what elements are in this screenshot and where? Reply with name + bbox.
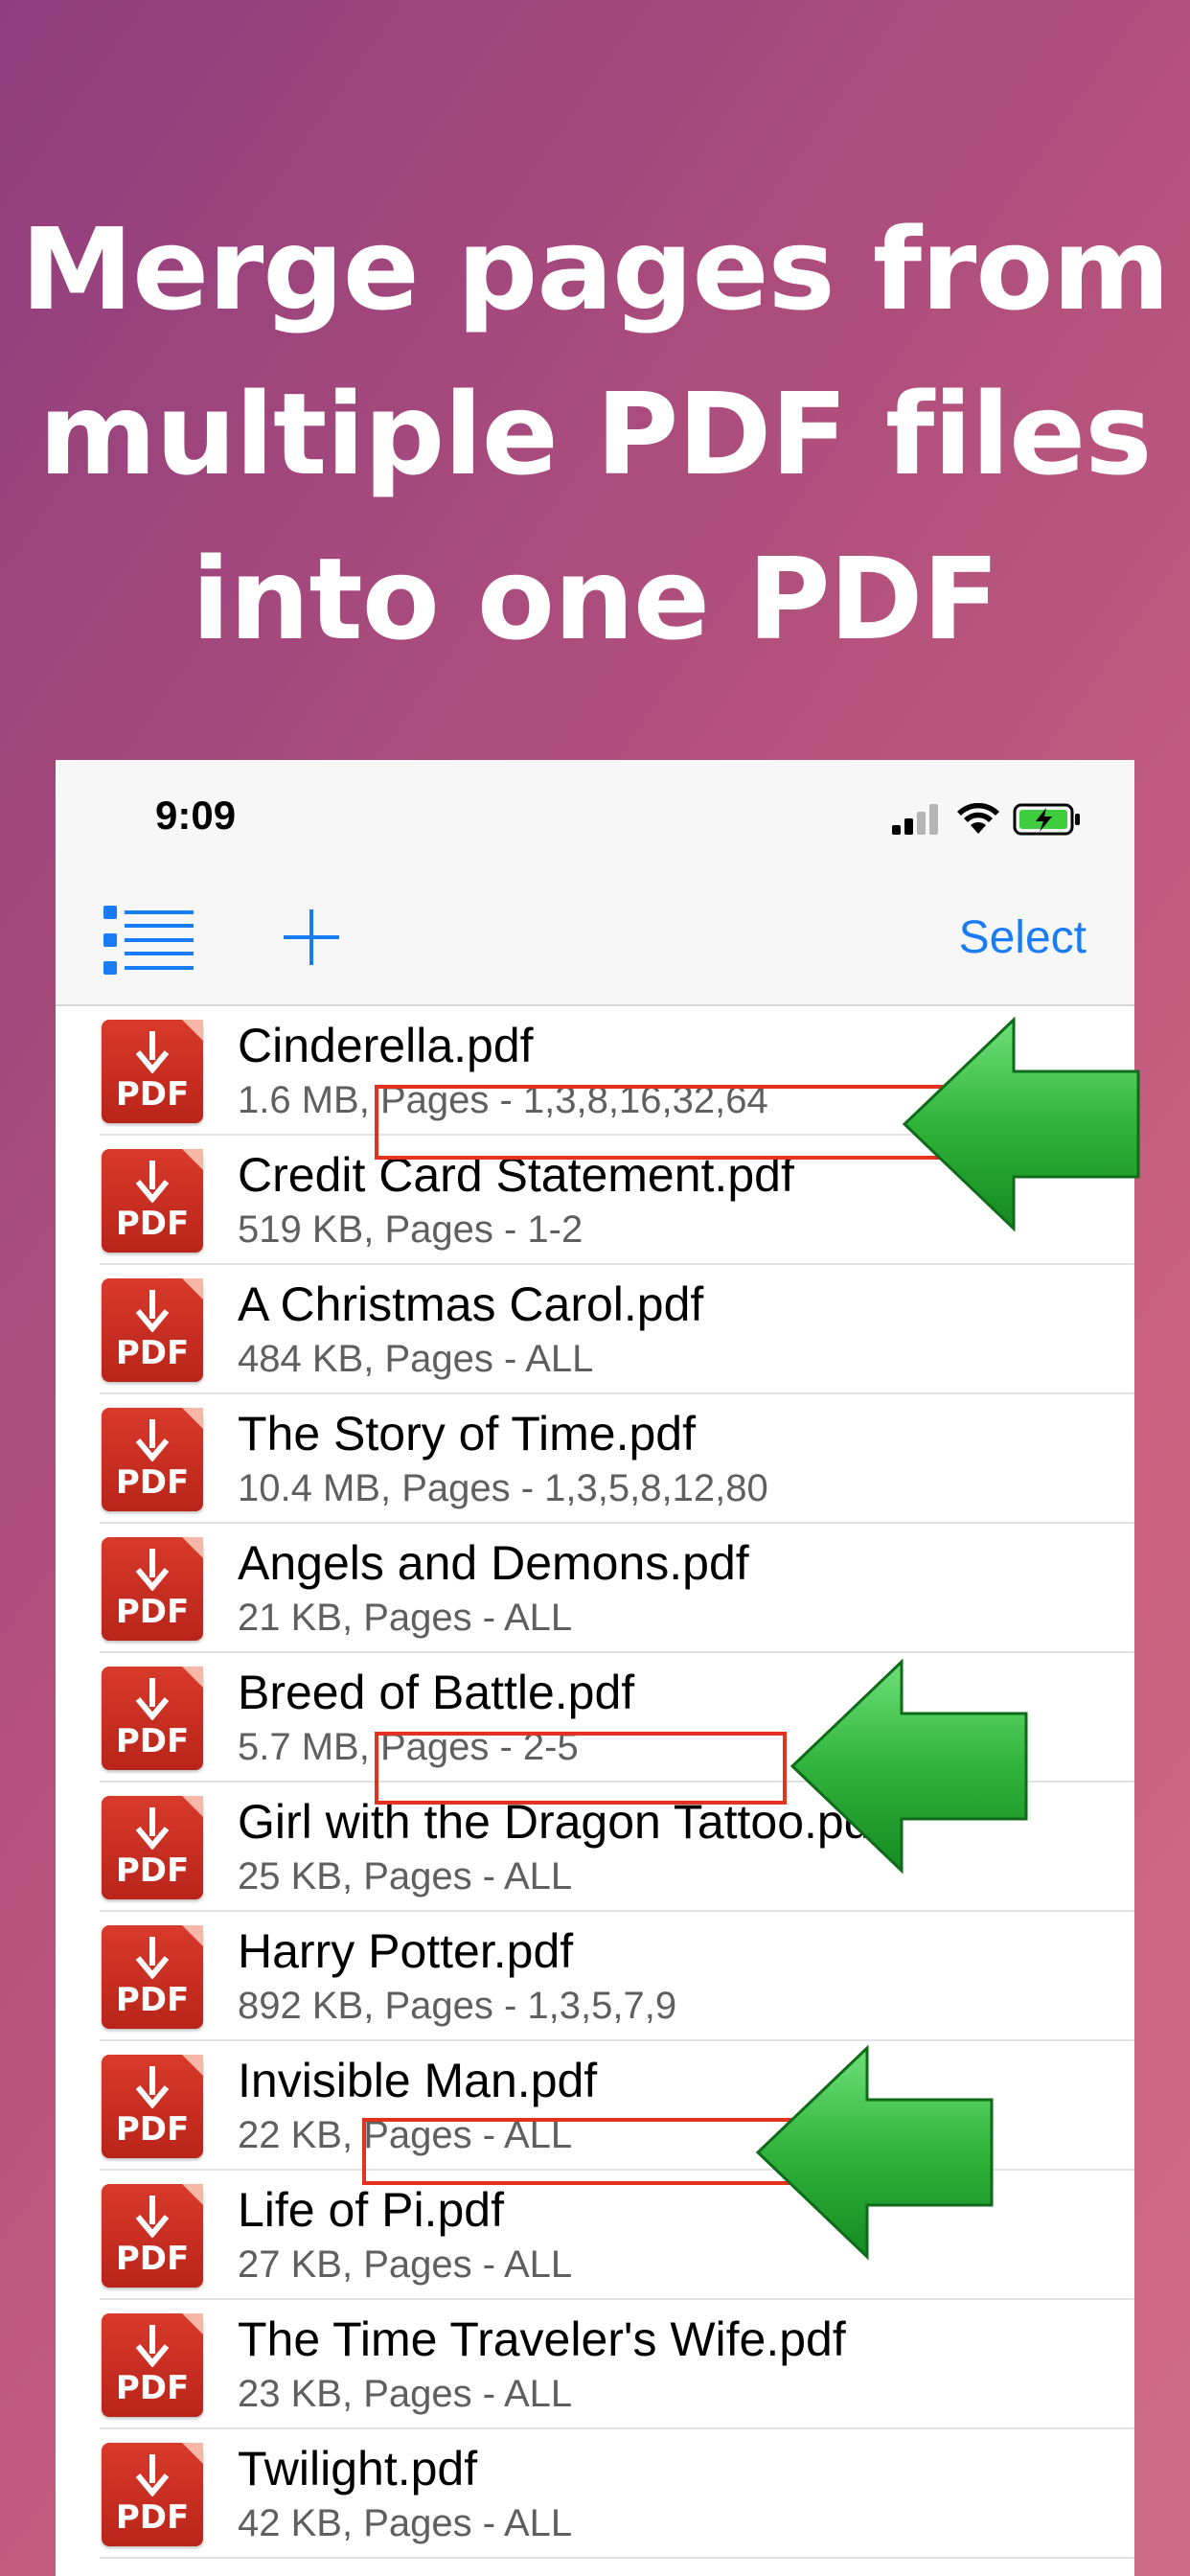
page-fold-icon bbox=[182, 2184, 203, 2205]
file-row[interactable]: PDF Twilight.pdf 42 KB, Pages - ALL bbox=[56, 2429, 1134, 2559]
pdf-file-icon: PDF bbox=[102, 2055, 203, 2158]
pdf-icon-label: PDF bbox=[115, 1205, 190, 1243]
page-fold-icon bbox=[182, 1278, 203, 1300]
highlight-box-cinderella bbox=[375, 1085, 948, 1160]
pdf-file-icon: PDF bbox=[102, 1667, 203, 1770]
headline-line-1: Merge pages from bbox=[20, 203, 1171, 335]
navigation-bar: Select bbox=[56, 875, 1134, 1006]
file-details: 892 KB, Pages - 1,3,5,7,9 bbox=[238, 1985, 677, 2027]
download-arrow-icon bbox=[135, 2325, 170, 2367]
file-name: A Christmas Carol.pdf bbox=[238, 1277, 704, 1331]
cellular-signal-icon bbox=[892, 804, 938, 835]
download-arrow-icon bbox=[135, 1678, 170, 1720]
file-details: 27 KB, Pages - ALL bbox=[238, 2243, 573, 2286]
file-details: 25 KB, Pages - ALL bbox=[238, 1855, 573, 1898]
download-arrow-icon bbox=[135, 1807, 170, 1850]
pdf-icon-label: PDF bbox=[115, 1463, 190, 1502]
page-fold-icon bbox=[182, 1537, 203, 1558]
page-fold-icon bbox=[182, 1408, 203, 1429]
pdf-file-icon: PDF bbox=[102, 1537, 203, 1641]
pdf-file-icon: PDF bbox=[102, 2443, 203, 2546]
pdf-file-icon: PDF bbox=[102, 1796, 203, 1899]
file-name: Life of Pi.pdf bbox=[238, 2183, 504, 2237]
file-details: 23 KB, Pages - ALL bbox=[238, 2373, 573, 2415]
page-fold-icon bbox=[182, 1925, 203, 1946]
file-name: Cinderella.pdf bbox=[238, 1019, 534, 1072]
list-view-icon[interactable] bbox=[103, 906, 194, 975]
pdf-icon-label: PDF bbox=[115, 1334, 190, 1372]
green-arrow-icon bbox=[902, 1016, 1140, 1232]
file-name: The Story of Time.pdf bbox=[238, 1407, 696, 1460]
file-details: 519 KB, Pages - 1-2 bbox=[238, 1208, 584, 1251]
file-row[interactable]: PDF The Story of Time.pdf 10.4 MB, Pages -… bbox=[56, 1394, 1134, 1524]
pdf-icon-label: PDF bbox=[115, 2240, 190, 2278]
status-bar: 9:09 bbox=[56, 760, 1134, 875]
file-row[interactable]: PDF A Christmas Carol.pdf 484 KB, Pages - … bbox=[56, 1265, 1134, 1394]
download-arrow-icon bbox=[135, 1161, 170, 1203]
pdf-icon-label: PDF bbox=[115, 1722, 190, 1760]
file-details: 10.4 MB, Pages - 1,3,5,8,12,80 bbox=[238, 1467, 768, 1509]
download-arrow-icon bbox=[135, 2454, 170, 2496]
download-arrow-icon bbox=[135, 2066, 170, 2108]
pdf-file-icon: PDF bbox=[102, 1020, 203, 1123]
add-icon[interactable] bbox=[278, 904, 345, 971]
headline: Merge pages from multiple PDF files into… bbox=[0, 187, 1190, 681]
page-fold-icon bbox=[182, 2055, 203, 2076]
file-details: 21 KB, Pages - ALL bbox=[238, 1597, 573, 1639]
pdf-icon-label: PDF bbox=[115, 2498, 190, 2537]
row-divider bbox=[100, 2557, 1134, 2559]
page-fold-icon bbox=[182, 1149, 203, 1170]
pdf-file-icon: PDF bbox=[102, 1408, 203, 1511]
download-arrow-icon bbox=[135, 1290, 170, 1332]
highlight-box-breed-of-battle bbox=[375, 1732, 787, 1805]
file-name: The Time Traveler's Wife.pdf bbox=[238, 2312, 846, 2366]
green-arrow-icon bbox=[755, 2044, 994, 2261]
pdf-file-icon: PDF bbox=[102, 2184, 203, 2288]
pdf-file-icon: PDF bbox=[102, 1925, 203, 2029]
page-fold-icon bbox=[182, 1667, 203, 1688]
page-fold-icon bbox=[182, 2443, 203, 2464]
download-arrow-icon bbox=[135, 1549, 170, 1591]
green-arrow-icon bbox=[790, 1658, 1028, 1874]
download-arrow-icon bbox=[135, 1031, 170, 1073]
pdf-icon-label: PDF bbox=[115, 1981, 190, 2019]
file-row[interactable]: PDF Angels and Demons.pdf 21 KB, Pages - A… bbox=[56, 1524, 1134, 1653]
pdf-file-icon: PDF bbox=[102, 2313, 203, 2417]
pdf-file-icon: PDF bbox=[102, 1149, 203, 1253]
pdf-icon-label: PDF bbox=[115, 2110, 190, 2149]
pdf-icon-label: PDF bbox=[115, 1075, 190, 1114]
file-row[interactable]: PDF Harry Potter.pdf 892 KB, Pages - 1,3,5… bbox=[56, 1912, 1134, 2041]
pdf-file-icon: PDF bbox=[102, 1278, 203, 1382]
pdf-icon-label: PDF bbox=[115, 2369, 190, 2407]
download-arrow-icon bbox=[135, 2196, 170, 2238]
status-icons bbox=[892, 800, 1082, 839]
page-fold-icon bbox=[182, 2313, 203, 2334]
file-name: Breed of Battle.pdf bbox=[238, 1666, 635, 1719]
page-fold-icon bbox=[182, 1020, 203, 1041]
file-name: Harry Potter.pdf bbox=[238, 1924, 574, 1978]
battery-charging-icon bbox=[1013, 803, 1080, 836]
file-name: Invisible Man.pdf bbox=[238, 2054, 598, 2107]
pdf-icon-label: PDF bbox=[115, 1852, 190, 1890]
status-time: 9:09 bbox=[155, 793, 237, 838]
download-arrow-icon bbox=[135, 1419, 170, 1461]
page-fold-icon bbox=[182, 1796, 203, 1817]
wifi-icon bbox=[957, 803, 999, 834]
headline-line-3: into one PDF bbox=[191, 533, 999, 665]
download-arrow-icon bbox=[135, 1937, 170, 1979]
headline-line-2: multiple PDF files bbox=[38, 368, 1153, 500]
file-row[interactable]: PDF The Time Traveler's Wife.pdf 23 KB, Pa… bbox=[56, 2300, 1134, 2429]
select-button[interactable]: Select bbox=[959, 911, 1087, 964]
file-name: Twilight.pdf bbox=[238, 2442, 478, 2496]
file-name: Angels and Demons.pdf bbox=[238, 1536, 749, 1590]
file-details: 42 KB, Pages - ALL bbox=[238, 2502, 573, 2544]
highlight-box-invisible-man bbox=[362, 2118, 792, 2185]
pdf-icon-label: PDF bbox=[115, 1593, 190, 1631]
file-details: 484 KB, Pages - ALL bbox=[238, 1338, 594, 1380]
